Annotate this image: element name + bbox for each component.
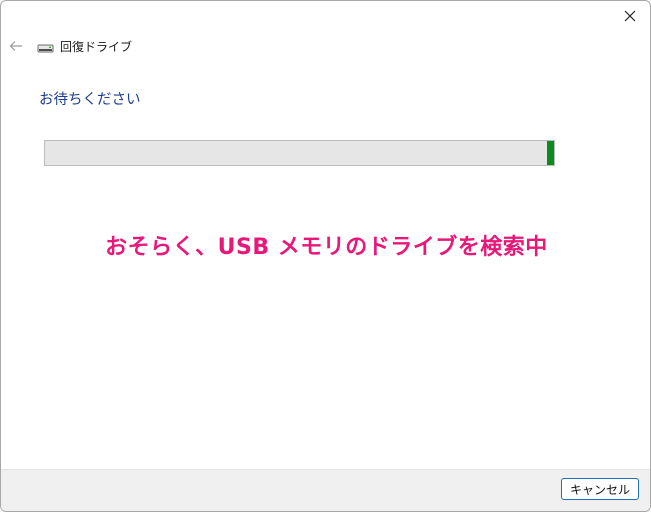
window-title: 回復ドライブ <box>60 40 133 54</box>
close-icon <box>624 10 636 22</box>
title-bar: 回復ドライブ <box>37 38 132 55</box>
progress-bar <box>44 140 555 166</box>
cancel-button[interactable]: キャンセル <box>561 478 639 500</box>
recovery-drive-dialog: 回復ドライブ お待ちください おそらく、USB メモリのドライブを検索中 キャン… <box>0 0 651 512</box>
progress-fill <box>547 141 554 165</box>
back-arrow-icon <box>9 41 22 51</box>
page-heading: お待ちください <box>39 92 141 108</box>
annotation-text: おそらく、USB メモリのドライブを検索中 <box>105 235 548 260</box>
back-button[interactable] <box>7 37 25 55</box>
footer-bar: キャンセル <box>1 469 650 511</box>
drive-icon <box>37 44 54 52</box>
close-button[interactable] <box>618 5 642 27</box>
